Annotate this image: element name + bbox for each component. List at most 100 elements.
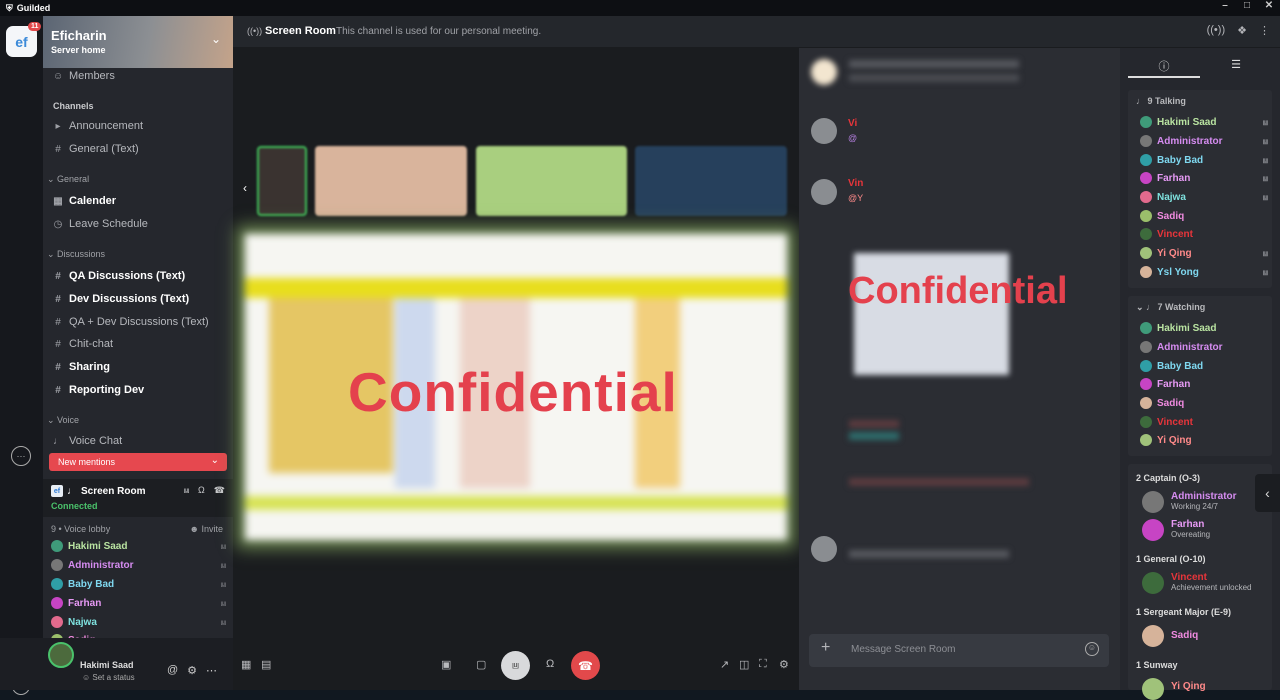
role-member-name[interactable]: Yi Qing bbox=[1171, 681, 1206, 692]
avatar[interactable] bbox=[1142, 625, 1164, 647]
broadcast-icon[interactable]: ((•)) bbox=[1207, 24, 1226, 37]
talking-member[interactable]: Administrator ⩏ bbox=[1140, 135, 1268, 147]
nav-announcement-label: Announcement bbox=[69, 120, 143, 132]
talking-member[interactable]: Sadiq bbox=[1140, 210, 1268, 222]
headphones-icon[interactable]: Ω bbox=[198, 485, 205, 496]
voice-lobby-label: 9 • Voice lobby bbox=[51, 524, 111, 534]
nav-chit-chat[interactable]: # Chit-chat bbox=[53, 338, 113, 350]
layout-icon[interactable]: ▤ bbox=[261, 658, 271, 671]
plus-icon[interactable]: + bbox=[821, 639, 830, 657]
avatar[interactable] bbox=[48, 642, 74, 668]
watching-member[interactable]: Yi Qing bbox=[1140, 434, 1268, 446]
voice-member[interactable]: Administrator ⩏ bbox=[51, 559, 226, 571]
nav-qa-discussions[interactable]: # QA Discussions (Text) bbox=[53, 270, 185, 282]
avatar bbox=[1140, 397, 1152, 409]
mic-off-icon: ⩏ bbox=[1262, 116, 1268, 127]
hang-up-icon[interactable]: ☎ bbox=[571, 651, 600, 680]
emoji-icon[interactable]: ☺ bbox=[1085, 642, 1099, 656]
grid-view-icon[interactable]: ▦ bbox=[241, 658, 251, 671]
more-vertical-icon[interactable]: ⋮ bbox=[1259, 24, 1270, 37]
mute-icon[interactable]: ⩏ bbox=[184, 485, 189, 496]
talking-member[interactable]: Yi Qing ⩏ bbox=[1140, 247, 1268, 259]
voice-member[interactable]: Hakimi Saad ⩏ bbox=[51, 540, 226, 552]
nav-general-text[interactable]: # General (Text) bbox=[53, 143, 138, 155]
category-general[interactable]: ⌄ General bbox=[47, 174, 89, 185]
message-input[interactable]: Message Screen Room bbox=[851, 644, 956, 655]
watching-member[interactable]: Hakimi Saad bbox=[1140, 322, 1268, 334]
more-icon[interactable]: ⋯ bbox=[206, 664, 217, 677]
server-header[interactable]: Eficharin Server home ⌄ bbox=[43, 16, 233, 68]
avatar bbox=[51, 597, 63, 609]
watching-member[interactable]: Vincent bbox=[1140, 416, 1268, 428]
talking-member[interactable]: Vincent bbox=[1140, 228, 1268, 240]
watching-member[interactable]: Sadiq bbox=[1140, 397, 1268, 409]
talking-member[interactable]: Hakimi Saad ⩏ bbox=[1140, 116, 1268, 128]
chevron-down-icon[interactable]: ⌄ bbox=[211, 32, 221, 46]
mention-icon[interactable]: @ bbox=[167, 664, 178, 677]
set-status-button[interactable]: ☺ Set a status bbox=[82, 673, 135, 682]
watching-member[interactable]: Farhan bbox=[1140, 378, 1268, 390]
chevron-left-icon[interactable]: ‹ bbox=[243, 181, 247, 195]
role-member-name[interactable]: Farhan bbox=[1171, 519, 1204, 530]
mic-off-icon[interactable]: ⩏ bbox=[501, 651, 530, 680]
pin-icon[interactable]: ❖ bbox=[1237, 24, 1247, 37]
gear-icon[interactable]: ⚙ bbox=[779, 658, 789, 671]
collapse-panel-button[interactable]: ‹ bbox=[1255, 474, 1280, 512]
sidebar-toggle-icon[interactable]: ◫ bbox=[739, 658, 749, 671]
role-member-name[interactable]: Vincent bbox=[1171, 572, 1207, 583]
nav-leave-schedule[interactable]: ◷ Leave Schedule bbox=[53, 218, 148, 230]
chat-bubble-icon[interactable]: ⋯ bbox=[11, 446, 31, 466]
invite-button[interactable]: ☻ Invite bbox=[190, 524, 224, 534]
participant-tile[interactable] bbox=[476, 146, 627, 216]
new-mentions-button[interactable]: New mentions ⌄ bbox=[49, 453, 227, 471]
role-member-name[interactable]: Sadiq bbox=[1171, 630, 1198, 641]
disconnect-icon[interactable]: ☎ bbox=[214, 485, 225, 496]
nav-voice-chat-label: Voice Chat bbox=[69, 435, 123, 447]
nav-sharing[interactable]: # Sharing bbox=[53, 361, 110, 373]
screen-share-off-icon[interactable]: ▣ bbox=[441, 658, 451, 671]
avatar[interactable] bbox=[1142, 572, 1164, 594]
role-member-name[interactable]: Administrator bbox=[1171, 491, 1237, 502]
message-mention: @ bbox=[848, 133, 858, 143]
maximize-icon[interactable]: □ bbox=[1236, 0, 1258, 11]
video-off-icon[interactable]: ▢ bbox=[476, 658, 486, 671]
nav-qa-dev-discussions[interactable]: # QA + Dev Discussions (Text) bbox=[53, 316, 208, 328]
headphones-icon[interactable]: Ω bbox=[546, 658, 554, 670]
talking-member[interactable]: Najwa ⩏ bbox=[1140, 191, 1268, 203]
avatar bbox=[1140, 154, 1152, 166]
talking-member[interactable]: Farhan ⩏ bbox=[1140, 172, 1268, 184]
close-icon[interactable]: ✕ bbox=[1258, 0, 1280, 11]
gear-icon[interactable]: ⚙ bbox=[187, 664, 197, 677]
watching-member[interactable]: Baby Bad bbox=[1140, 360, 1268, 372]
nav-announcement[interactable]: ▸ Announcement bbox=[53, 120, 143, 132]
nav-reporting-dev[interactable]: # Reporting Dev bbox=[53, 384, 144, 396]
talking-member[interactable]: Ysl Yong ⩏ bbox=[1140, 266, 1268, 278]
tab-threads[interactable]: ☰ bbox=[1200, 54, 1272, 78]
participant-tile[interactable] bbox=[635, 146, 787, 216]
voice-member[interactable]: Farhan ⩏ bbox=[51, 597, 226, 609]
tab-info[interactable]: ⓘ bbox=[1128, 54, 1200, 78]
avatar[interactable] bbox=[1142, 678, 1164, 700]
minimize-icon[interactable]: – bbox=[1214, 0, 1236, 11]
voice-room-name[interactable]: Screen Room bbox=[81, 486, 145, 497]
participant-tile[interactable] bbox=[315, 146, 467, 216]
popout-icon[interactable]: ↗ bbox=[720, 658, 729, 671]
participant-tile[interactable] bbox=[257, 146, 307, 216]
category-voice[interactable]: ⌄ Voice bbox=[47, 415, 79, 426]
nav-dev-label: Dev Discussions (Text) bbox=[69, 293, 190, 305]
avatar[interactable] bbox=[1142, 519, 1164, 541]
nav-sharing-label: Sharing bbox=[69, 361, 110, 373]
voice-member[interactable]: Najwa ⩏ bbox=[51, 616, 226, 628]
info-icon: ⓘ bbox=[1158, 61, 1170, 73]
nav-voice-chat[interactable]: ♩ Voice Chat bbox=[53, 435, 122, 447]
category-discussions[interactable]: ⌄ Discussions bbox=[47, 249, 105, 260]
fullscreen-icon[interactable]: ⛶ bbox=[759, 658, 767, 671]
avatar[interactable] bbox=[1142, 491, 1164, 513]
nav-calender[interactable]: ▦ Calender bbox=[53, 195, 116, 207]
voice-member[interactable]: Baby Bad ⩏ bbox=[51, 578, 226, 590]
talking-member[interactable]: Baby Bad ⩏ bbox=[1140, 154, 1268, 166]
message-composer: + Message Screen Room ☺ bbox=[809, 634, 1109, 667]
nav-dev-discussions[interactable]: # Dev Discussions (Text) bbox=[53, 293, 189, 305]
nav-members[interactable]: ☺ Members bbox=[53, 70, 115, 82]
watching-member[interactable]: Administrator bbox=[1140, 341, 1268, 353]
